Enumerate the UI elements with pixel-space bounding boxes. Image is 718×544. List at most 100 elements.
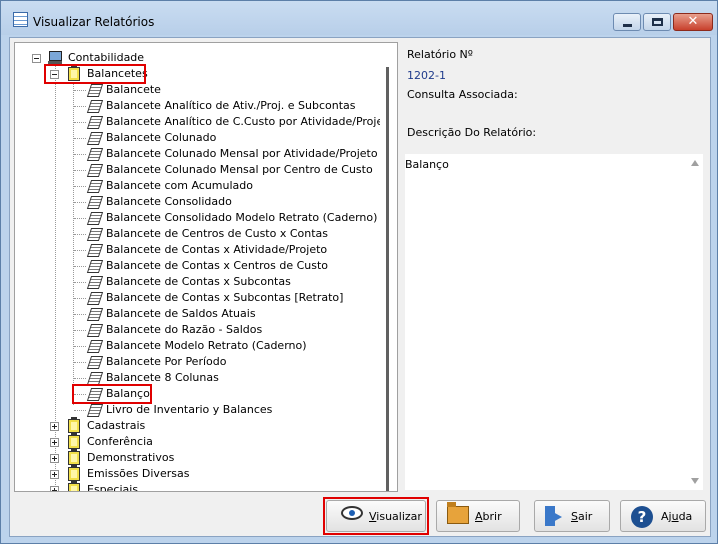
view-button-highlight xyxy=(323,497,429,535)
tree-item-label: Balancete Analítico de Ativ./Proj. e Sub… xyxy=(106,99,356,112)
minimize-button[interactable] xyxy=(613,13,641,31)
folder-icon xyxy=(68,481,80,491)
tree-group-collapsed[interactable]: Especiais xyxy=(15,481,375,492)
expand-icon[interactable] xyxy=(50,470,59,479)
tree-item-label: Balancete de Contas x Subcontas [Retrato… xyxy=(106,291,344,304)
report-document-icon xyxy=(87,292,101,304)
tree-report-item[interactable]: Balancete Modelo Retrato (Caderno) xyxy=(15,338,375,354)
help-icon: ? xyxy=(631,506,653,528)
tree-item-label: Especiais xyxy=(87,483,139,492)
folder-icon xyxy=(68,417,80,433)
scroll-up-icon[interactable] xyxy=(691,160,699,166)
tree-item-label: Balancete Consolidado xyxy=(106,195,232,208)
tree-report-item[interactable]: Balancete de Contas x Atividade/Projeto xyxy=(15,242,375,258)
help-button-label: Ajuda xyxy=(661,510,693,523)
maximize-icon xyxy=(652,18,663,26)
report-document-icon xyxy=(87,404,101,416)
tree-item-label: Balancete Colunado Mensal por Atividade/… xyxy=(106,147,378,160)
tree-report-item[interactable]: Balancete 8 Colunas xyxy=(15,370,375,386)
report-description-box[interactable]: Balanço xyxy=(405,154,703,490)
tree-item-label: Balancete de Saldos Atuais xyxy=(106,307,256,320)
tree-item-label: Balancete do Razão - Saldos xyxy=(106,323,263,336)
report-document-icon xyxy=(87,276,101,288)
tree-report-item[interactable]: Balancete Analítico de Ativ./Proj. e Sub… xyxy=(15,98,375,114)
tree-item-label: Demonstrativos xyxy=(87,451,175,464)
tree-report-item[interactable]: Balancete Consolidado xyxy=(15,194,375,210)
tree-item-label: Balancete Consolidado Modelo Retrato (Ca… xyxy=(106,211,378,224)
report-document-icon xyxy=(87,196,101,208)
report-document-icon xyxy=(87,324,101,336)
tree-report-item[interactable]: Balancete Colunado xyxy=(15,130,375,146)
tree-report-item[interactable]: Balancete de Contas x Centros de Custo xyxy=(15,258,375,274)
tree-item-label: Emissões Diversas xyxy=(87,467,190,480)
expand-icon[interactable] xyxy=(50,438,59,447)
report-document-icon xyxy=(87,260,101,272)
tree-item-label: Balancete com Acumulado xyxy=(106,179,253,192)
tree-scrollbar-thumb[interactable] xyxy=(386,67,389,491)
tree-item-label: Balancete Modelo Retrato (Caderno) xyxy=(106,339,307,352)
tree-report-item[interactable]: Balancete de Centros de Custo x Contas xyxy=(15,226,375,242)
tree-item-label: Balancete Colunado xyxy=(106,131,217,144)
tree-group-collapsed[interactable]: Conferência xyxy=(15,433,375,450)
tree-report-item[interactable]: Balanço xyxy=(15,386,375,402)
title-bar[interactable]: Visualizar Relatórios ✕ xyxy=(1,1,717,35)
report-document-icon xyxy=(87,228,101,240)
report-document-icon xyxy=(87,356,101,368)
tree-report-item[interactable]: Balancete de Contas x Subcontas xyxy=(15,274,375,290)
exit-door-icon xyxy=(545,506,565,526)
tree-scrollbar[interactable] xyxy=(380,43,397,491)
help-button[interactable]: ? Ajuda xyxy=(620,500,706,532)
tree-report-item[interactable]: Balancete Analítico de C.Custo por Ativi… xyxy=(15,114,394,130)
folder-icon xyxy=(68,465,80,481)
window-title: Visualizar Relatórios xyxy=(33,15,155,29)
tree-group-collapsed[interactable]: Demonstrativos xyxy=(15,449,375,466)
exit-button[interactable]: Sair xyxy=(534,500,610,532)
tree-report-item[interactable]: Balancete Consolidado Modelo Retrato (Ca… xyxy=(15,210,378,226)
tree-item-label: Balancete de Contas x Subcontas xyxy=(106,275,291,288)
report-description-label: Descrição Do Relatório: xyxy=(407,126,537,139)
maximize-button[interactable] xyxy=(643,13,671,31)
report-document-icon xyxy=(87,180,101,192)
report-description-text: Balanço xyxy=(405,158,449,171)
tree-report-item[interactable]: Balancete Colunado Mensal por Centro de … xyxy=(15,162,375,178)
tree-report-item[interactable]: Balancete Por Período xyxy=(15,354,375,370)
close-button[interactable]: ✕ xyxy=(673,13,713,31)
tree-report-item[interactable]: Balancete do Razão - Saldos xyxy=(15,322,375,338)
tree-item-label: Livro de Inventario y Balances xyxy=(106,403,273,416)
open-button-label: Abrir xyxy=(475,510,502,523)
tree-item-label: Balancete de Contas x Centros de Custo xyxy=(106,259,329,272)
report-document-icon xyxy=(87,340,101,352)
tree-report-item[interactable]: Balancete Colunado Mensal por Atividade/… xyxy=(15,146,378,162)
expand-icon[interactable] xyxy=(50,422,59,431)
tree-report-item[interactable]: Balancete de Contas x Subcontas [Retrato… xyxy=(15,290,375,306)
description-scrollbar[interactable] xyxy=(687,154,703,490)
report-document-icon xyxy=(87,372,101,384)
expand-icon[interactable] xyxy=(50,486,59,491)
report-document-icon xyxy=(87,244,101,256)
tree-item-label: Balancete Analítico de C.Custo por Ativi… xyxy=(106,115,395,128)
report-document-icon xyxy=(87,308,101,320)
exit-button-label: Sair xyxy=(571,510,593,523)
report-tree[interactable]: Contabilidade Balancetes Balancete Balancet… xyxy=(14,42,398,492)
tree-report-item[interactable]: Balancete de Saldos Atuais xyxy=(15,306,375,322)
tree-group-collapsed[interactable]: Cadastrais xyxy=(15,417,375,434)
scroll-down-icon[interactable] xyxy=(691,478,699,484)
folder-icon xyxy=(68,433,80,449)
report-viewer-window: Visualizar Relatórios ✕ Contabilidade Bal… xyxy=(0,0,718,544)
tree-group-collapsed[interactable]: Emissões Diversas xyxy=(15,465,375,482)
tree-report-item[interactable]: Balancete xyxy=(15,82,375,98)
tree-report-item[interactable]: Balancete com Acumulado xyxy=(15,178,375,194)
associated-query-label: Consulta Associada: xyxy=(407,88,518,101)
tree-item-label: Cadastrais xyxy=(87,419,146,432)
report-document-icon xyxy=(87,100,101,112)
balancetes-highlight xyxy=(44,64,146,84)
folder-icon xyxy=(68,449,80,465)
open-button[interactable]: Abrir xyxy=(436,500,520,532)
tree-item-label: Balancete Colunado Mensal por Centro de … xyxy=(106,163,373,176)
computer-icon xyxy=(48,51,62,64)
tree-report-item[interactable]: Livro de Inventario y Balances xyxy=(15,402,375,418)
report-document-icon xyxy=(87,212,101,224)
expand-icon[interactable] xyxy=(50,454,59,463)
collapse-icon[interactable] xyxy=(32,54,41,63)
minimize-icon xyxy=(623,24,632,27)
